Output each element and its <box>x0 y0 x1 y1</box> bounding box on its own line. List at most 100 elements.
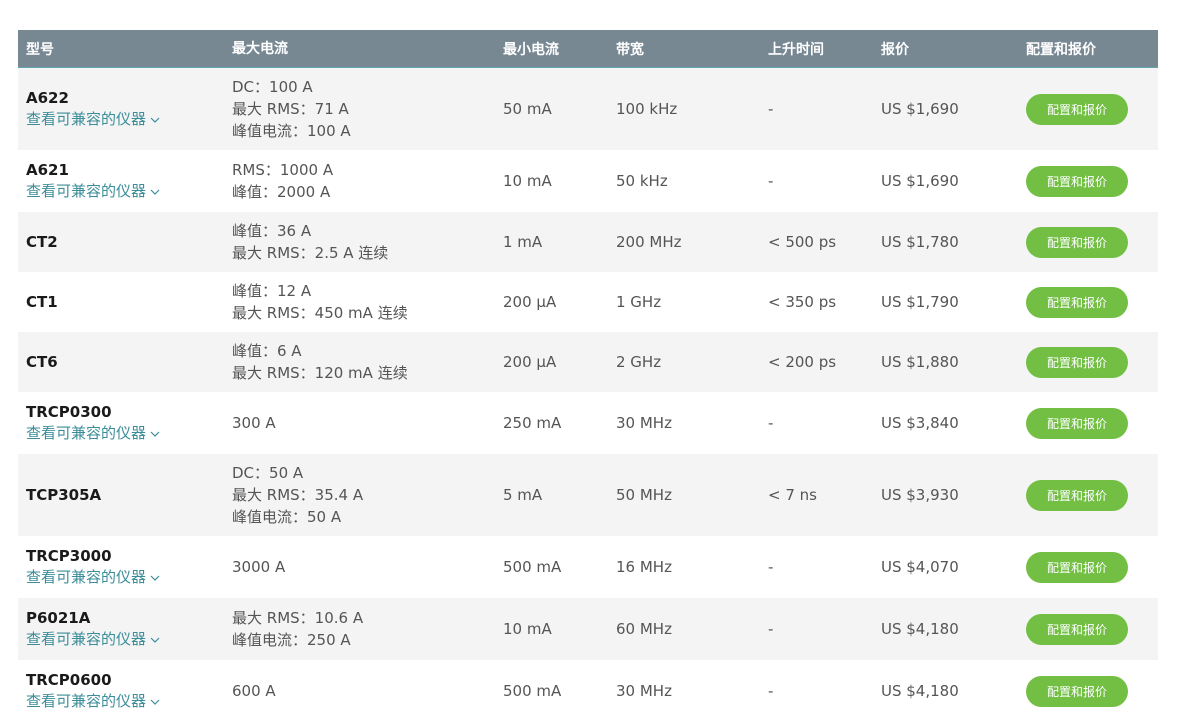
compatible-instruments-label: 查看可兼容的仪器 <box>26 423 147 442</box>
rise-time-cell: - <box>768 682 774 700</box>
configure-quote-button[interactable]: 配置和报价 <box>1026 286 1128 318</box>
model-name: CT2 <box>26 233 58 251</box>
model-name: CT6 <box>26 353 58 371</box>
price-cell: US $4,180 <box>881 682 959 700</box>
max-current-spec: 600 A <box>232 682 276 700</box>
max-current-cell: DC：50 A 最大 RMS：35.4 A 峰值电流：50 A <box>224 462 495 528</box>
model-name: TRCP0300 <box>26 402 112 421</box>
max-current-cell: 峰值：6 A 最大 RMS：120 mA 连续 <box>224 340 495 384</box>
header-bandwidth: 带宽 <box>616 41 644 58</box>
chevron-down-icon <box>150 108 160 130</box>
compatible-instruments-label: 查看可兼容的仪器 <box>26 181 147 200</box>
table-row: A621 查看可兼容的仪器 RMS：1000 A 峰值：2000 A 10 mA 50 k… <box>18 150 1158 212</box>
configure-quote-button[interactable]: 配置和报价 <box>1026 93 1128 125</box>
bandwidth-cell: 100 kHz <box>616 100 678 118</box>
max-current-cell: 峰值：12 A 最大 RMS：450 mA 连续 <box>224 280 495 324</box>
model-cell: TRCP0600 查看可兼容的仪器 <box>18 670 224 713</box>
min-current-cell: 5 mA <box>503 486 543 504</box>
min-current-cell: 10 mA <box>503 620 552 638</box>
compatible-instruments-link[interactable]: 查看可兼容的仪器 <box>26 180 224 203</box>
max-current-spec: 3000 A <box>232 558 286 576</box>
max-current-cell: 最大 RMS：10.6 A 峰值电流：250 A <box>224 607 495 651</box>
chevron-down-icon <box>150 422 160 444</box>
max-current-spec: DC：100 A <box>232 78 313 96</box>
model-cell: CT2 <box>18 232 224 252</box>
header-min-current: 最小电流 <box>503 41 559 58</box>
configure-quote-button[interactable]: 配置和报价 <box>1026 613 1128 645</box>
header-rise-time: 上升时间 <box>768 41 824 58</box>
min-current-cell: 50 mA <box>503 100 552 118</box>
bandwidth-cell: 30 MHz <box>616 682 672 700</box>
configure-quote-button[interactable]: 配置和报价 <box>1026 551 1128 583</box>
min-current-cell: 10 mA <box>503 172 552 190</box>
compatible-instruments-link[interactable]: 查看可兼容的仪器 <box>26 690 224 713</box>
table-row: TRCP0300 查看可兼容的仪器 300 A 250 mA 30 MHz - US $3,… <box>18 392 1158 454</box>
min-current-cell: 200 µA <box>503 293 557 311</box>
model-name: CT1 <box>26 293 58 311</box>
bandwidth-cell: 16 MHz <box>616 558 672 576</box>
configure-quote-button[interactable]: 配置和报价 <box>1026 346 1128 378</box>
max-current-spec: 最大 RMS：2.5 A 连续 <box>232 244 389 262</box>
table-row: CT6 峰值：6 A 最大 RMS：120 mA 连续 200 µA 2 GHz < 20… <box>18 332 1158 392</box>
table-header: 型号 最大电流 最小电流 带宽 上升时间 报价 配置和报价 <box>18 30 1158 68</box>
configure-quote-button[interactable]: 配置和报价 <box>1026 226 1128 258</box>
max-current-cell: 300 A <box>224 412 495 434</box>
max-current-cell: 峰值：36 A 最大 RMS：2.5 A 连续 <box>224 220 495 264</box>
rise-time-cell: - <box>768 100 774 118</box>
table-row: CT2 峰值：36 A 最大 RMS：2.5 A 连续 1 mA 200 MHz < 50… <box>18 212 1158 272</box>
min-current-cell: 500 mA <box>503 558 562 576</box>
compatible-instruments-link[interactable]: 查看可兼容的仪器 <box>26 628 224 651</box>
header-max-current: 最大电流 <box>232 40 288 57</box>
max-current-spec: RMS：1000 A <box>232 161 334 179</box>
max-current-spec: 峰值：2000 A <box>232 183 331 201</box>
min-current-cell: 250 mA <box>503 414 562 432</box>
max-current-cell: 3000 A <box>224 556 495 578</box>
model-name: TCP305A <box>26 486 102 504</box>
chevron-down-icon <box>150 690 160 712</box>
model-cell: A622 查看可兼容的仪器 <box>18 88 224 131</box>
compatible-instruments-link[interactable]: 查看可兼容的仪器 <box>26 108 224 131</box>
bandwidth-cell: 30 MHz <box>616 414 672 432</box>
min-current-cell: 1 mA <box>503 233 543 251</box>
price-cell: US $3,930 <box>881 486 959 504</box>
compatible-instruments-link[interactable]: 查看可兼容的仪器 <box>26 422 224 445</box>
rise-time-cell: - <box>768 558 774 576</box>
configure-quote-button[interactable]: 配置和报价 <box>1026 675 1128 707</box>
rise-time-cell: - <box>768 172 774 190</box>
model-cell: TRCP3000 查看可兼容的仪器 <box>18 546 224 589</box>
max-current-spec: 最大 RMS：35.4 A <box>232 486 364 504</box>
max-current-spec: DC：50 A <box>232 464 304 482</box>
min-current-cell: 200 µA <box>503 353 557 371</box>
configure-cell: 配置和报价 <box>1018 407 1158 439</box>
configure-cell: 配置和报价 <box>1018 165 1158 197</box>
table-body: A622 查看可兼容的仪器 DC：100 A 最大 RMS：71 A 峰值电流：100 … <box>18 68 1158 722</box>
table-row: TRCP3000 查看可兼容的仪器 3000 A 500 mA 16 MHz - US $4… <box>18 536 1158 598</box>
configure-quote-button[interactable]: 配置和报价 <box>1026 479 1128 511</box>
rise-time-cell: - <box>768 620 774 638</box>
chevron-down-icon <box>150 180 160 202</box>
configure-cell: 配置和报价 <box>1018 675 1158 707</box>
chevron-down-icon <box>150 628 160 650</box>
max-current-spec: 最大 RMS：450 mA 连续 <box>232 304 408 322</box>
compatible-instruments-link[interactable]: 查看可兼容的仪器 <box>26 566 224 589</box>
model-name: P6021A <box>26 608 91 627</box>
bandwidth-cell: 50 MHz <box>616 486 672 504</box>
rise-time-cell: - <box>768 414 774 432</box>
configure-quote-button[interactable]: 配置和报价 <box>1026 165 1128 197</box>
configure-cell: 配置和报价 <box>1018 93 1158 125</box>
price-cell: US $1,880 <box>881 353 959 371</box>
model-cell: P6021A 查看可兼容的仪器 <box>18 608 224 651</box>
compatible-instruments-label: 查看可兼容的仪器 <box>26 109 147 128</box>
price-cell: US $1,690 <box>881 172 959 190</box>
table-row: CT1 峰值：12 A 最大 RMS：450 mA 连续 200 µA 1 GHz < 3… <box>18 272 1158 332</box>
bandwidth-cell: 60 MHz <box>616 620 672 638</box>
max-current-spec: 峰值电流：100 A <box>232 122 351 140</box>
table-row: P6021A 查看可兼容的仪器 最大 RMS：10.6 A 峰值电流：250 A 10 … <box>18 598 1158 660</box>
max-current-spec: 峰值：6 A <box>232 342 302 360</box>
configure-cell: 配置和报价 <box>1018 551 1158 583</box>
configure-quote-button[interactable]: 配置和报价 <box>1026 407 1128 439</box>
probe-comparison-table: 型号 最大电流 最小电流 带宽 上升时间 报价 配置和报价 A622 查看可兼容的… <box>18 30 1158 722</box>
model-name: TRCP3000 <box>26 546 112 565</box>
header-model: 型号 <box>26 41 54 58</box>
price-cell: US $4,070 <box>881 558 959 576</box>
